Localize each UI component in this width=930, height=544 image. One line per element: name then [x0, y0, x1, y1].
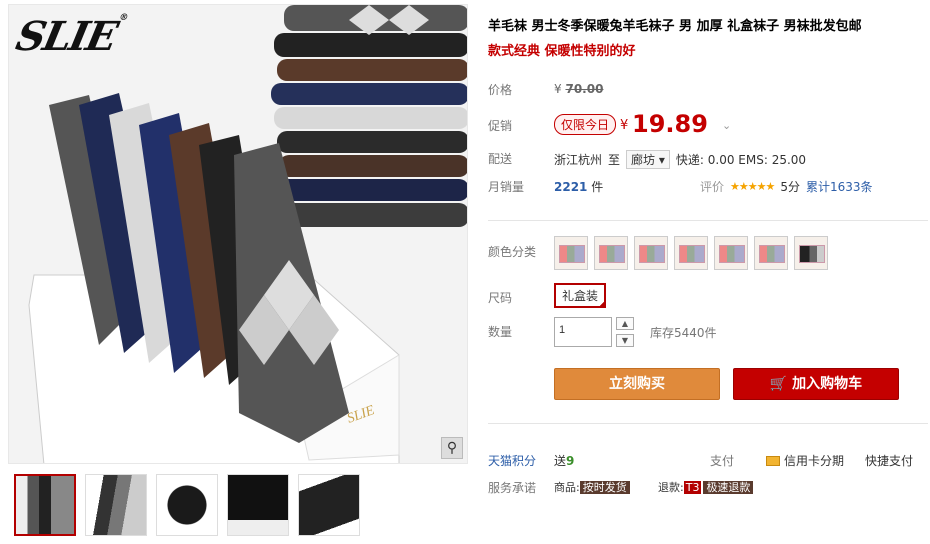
socks-illustration: SLIE [9, 5, 467, 463]
sales-label: 月销量 [488, 180, 525, 194]
brand-logo: SLIE® [12, 13, 128, 60]
payment-label: 支付 [710, 454, 735, 468]
thumbnail-3[interactable] [156, 474, 218, 536]
quick-pay[interactable]: 快捷支付 [865, 452, 913, 469]
divider [488, 423, 928, 424]
star-rating-icon: ★★★★★ [730, 180, 775, 193]
color-swatch[interactable] [554, 236, 588, 270]
sales-count: 2221 件 [554, 180, 604, 194]
color-swatch[interactable] [794, 236, 828, 270]
thumbnail-4[interactable] [227, 474, 289, 536]
promo-currency: ¥ [620, 118, 629, 133]
main-product-image[interactable]: SLIE SLIE® ⚲ [8, 4, 468, 464]
size-option-selected[interactable]: 礼盒装 [554, 283, 607, 308]
points-label-link[interactable]: 天猫积分 [488, 452, 536, 469]
color-swatch[interactable] [594, 236, 628, 270]
divider [488, 220, 928, 221]
quantity-decrease-button[interactable]: ▼ [616, 334, 634, 347]
original-price: ¥ 70.00 [554, 82, 604, 96]
service-refund: 退款: T3 极速退款 [658, 479, 754, 495]
shipping-label: 配送 [488, 152, 513, 166]
rating-label: 评价 [700, 180, 725, 194]
magnifier-icon[interactable]: ⚲ [441, 437, 463, 459]
service-shipping: 商品: 按时发货 [554, 479, 630, 495]
rating-score: 5分 [780, 180, 800, 194]
color-swatch[interactable] [714, 236, 748, 270]
shipping-info: 浙江杭州 至 廊坊 ▾ 快递: 0.00 EMS: 25.00 [554, 150, 806, 169]
quantity-label: 数量 [488, 325, 513, 339]
thumbnail-5[interactable] [298, 474, 360, 536]
credit-card-icon [766, 455, 780, 466]
thumbnail-2[interactable] [85, 474, 147, 536]
size-label: 尺码 [488, 291, 513, 305]
buy-now-button[interactable]: 立刻购买 [554, 368, 720, 400]
color-swatch[interactable] [674, 236, 708, 270]
ship-to-city-select[interactable]: 廊坊 ▾ [626, 150, 670, 169]
service-label: 服务承诺 [488, 481, 537, 495]
stock-count: 库存5440件 [650, 326, 717, 340]
color-label: 颜色分类 [488, 245, 537, 259]
thumbnail-1[interactable] [14, 474, 76, 536]
credit-installment[interactable]: 信用卡分期 [766, 452, 844, 469]
promo-badge: 仅限今日 [554, 114, 617, 135]
promo-price: 19.89 [632, 110, 708, 138]
color-swatches [554, 236, 828, 270]
promo-label: 促销 [488, 119, 513, 133]
chevron-down-icon[interactable]: ⌄ [722, 119, 731, 132]
rating: 评价 ★★★★★ 5分 累计1633条 [700, 178, 873, 195]
points-value: 送9 [554, 454, 575, 468]
shipping-fee: 快递: 0.00 EMS: 25.00 [675, 153, 807, 167]
quantity-input[interactable]: 1 [554, 317, 612, 347]
color-swatch[interactable] [754, 236, 788, 270]
cart-icon: 🛒 [769, 376, 788, 392]
add-to-cart-button[interactable]: 🛒 加入购物车 [733, 368, 899, 400]
color-swatch[interactable] [634, 236, 668, 270]
price-label: 价格 [488, 83, 513, 97]
ship-from: 浙江杭州 [554, 153, 603, 167]
ship-to-word: 至 [608, 153, 621, 167]
product-title: 羊毛袜 男士冬季保暖兔羊毛袜子 男 加厚 礼盒袜子 男袜批发包邮 [488, 19, 862, 34]
product-subtitle: 款式经典 保暖性特别的好 [488, 44, 636, 59]
quantity-increase-button[interactable]: ▲ [616, 317, 634, 330]
thumbnail-strip [14, 474, 360, 536]
review-total-link[interactable]: 累计1633条 [806, 178, 873, 195]
